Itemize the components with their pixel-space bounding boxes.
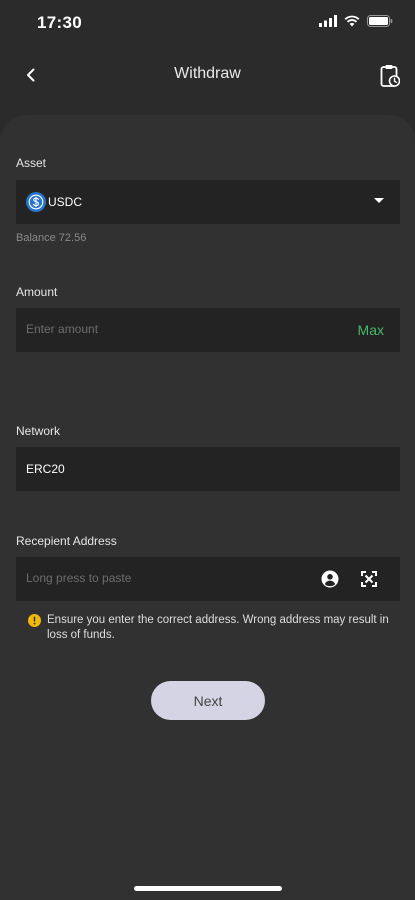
contact-icon[interactable] — [321, 570, 339, 588]
network-field[interactable]: ERC20 — [16, 447, 400, 491]
status-time: 17:30 — [37, 13, 82, 32]
battery-icon — [367, 15, 393, 27]
status-icons — [319, 15, 393, 27]
scan-icon[interactable] — [360, 570, 378, 588]
warning-text: Ensure you enter the correct address. Wr… — [47, 614, 389, 641]
history-button[interactable] — [377, 62, 403, 90]
amount-label: Amount — [16, 285, 58, 299]
address-label: Recepient Address — [16, 534, 117, 548]
asset-name: USDC — [48, 195, 83, 209]
address-field — [16, 557, 400, 601]
triangle-down-icon — [374, 198, 384, 203]
status-bar: 17:30 — [0, 0, 415, 46]
header: Withdraw — [0, 50, 415, 100]
amount-input[interactable] — [26, 322, 326, 336]
network-label: Network — [16, 424, 61, 438]
balance-text: Balance 72.56 — [16, 232, 87, 244]
clipboard-clock-icon — [380, 65, 400, 87]
home-indicator — [134, 886, 282, 891]
amount-field: Max — [16, 308, 400, 352]
usdc-icon — [26, 192, 46, 212]
next-button[interactable]: Next — [151, 681, 265, 720]
asset-selector[interactable]: USDC — [16, 180, 400, 224]
wifi-icon — [344, 15, 360, 27]
page-title: Withdraw — [174, 65, 241, 82]
max-button[interactable]: Max — [358, 322, 384, 338]
network-value: ERC20 — [26, 462, 65, 476]
cellular-signal-icon — [319, 15, 337, 27]
withdraw-form: Asset USDC Balance 72.56 Amount Max Netw… — [0, 115, 415, 900]
address-input[interactable] — [26, 571, 306, 585]
warning-icon — [28, 614, 41, 627]
asset-label: Asset — [16, 156, 47, 170]
